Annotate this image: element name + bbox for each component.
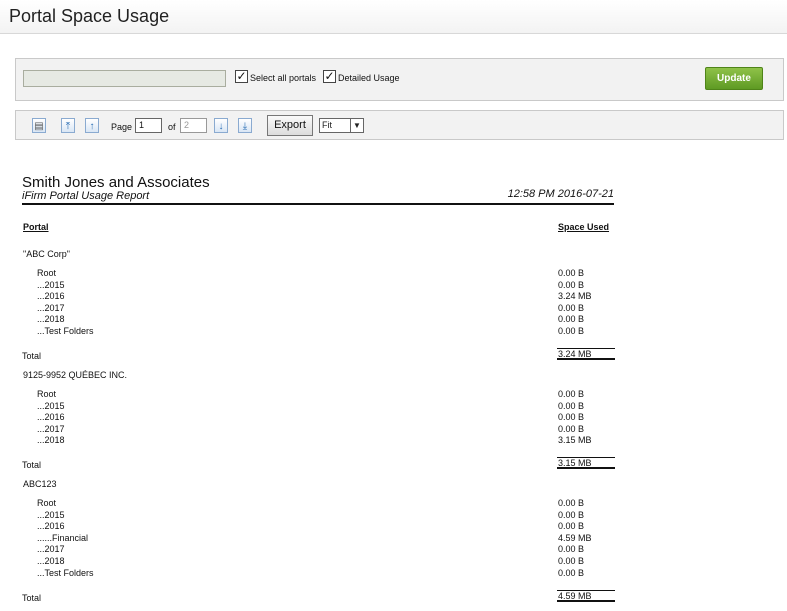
folder-name: Root (37, 389, 57, 399)
folder-size: 0.00 B (558, 268, 585, 278)
page-title: Portal Space Usage (9, 6, 170, 26)
total-label: Total (22, 592, 42, 603)
portal-select-input[interactable] (23, 70, 226, 87)
folder-row: Root 0.00 B (0, 498, 620, 509)
folder-size: 0.00 B (558, 326, 585, 336)
report-subtitle: iFirm Portal Usage Report (22, 190, 150, 202)
report-viewer-toolbar: ▤ ⤒ ↑ Page 1 of 2 ↓ ⤓ Export Fit ▼ (15, 110, 784, 140)
folder-size: 3.24 MB (558, 291, 592, 302)
portal-group-title: ABC123 (23, 479, 57, 489)
column-header-portal: Portal (23, 222, 49, 232)
report-page: Smith Jones and Associates iFirm Portal … (0, 170, 787, 611)
folder-name: ...2018 (37, 556, 65, 566)
folder-size: 0.00 B (558, 279, 585, 290)
folder-row: Root 0.00 B (0, 268, 620, 279)
portal-group-title: "ABC Corp" (23, 249, 70, 259)
total-value: 3.24 MB (557, 348, 615, 360)
folder-name: ...2016 (37, 291, 65, 302)
folder-size: 0.00 B (558, 389, 585, 399)
folder-row: ...2016 0.00 B (0, 521, 620, 532)
folder-name: ...Test Folders (37, 567, 94, 578)
total-value: 3.15 MB (557, 457, 615, 470)
folder-size: 0.00 B (558, 412, 585, 423)
folder-size: 4.59 MB (558, 532, 592, 543)
chevron-down-icon: ▼ (350, 119, 363, 132)
page-number-input[interactable]: 1 (135, 118, 162, 133)
folder-row: ...Test Folders 0.00 B (0, 326, 620, 337)
folder-row: ...2017 0.00 B (0, 544, 620, 555)
folder-row: ...2018 0.00 B (0, 314, 620, 325)
folder-size: 0.00 B (558, 521, 585, 532)
header-divider (22, 203, 614, 205)
total-label: Total (22, 351, 42, 361)
folder-row: ...2015 0.00 B (0, 401, 620, 412)
folder-row: ...2018 0.00 B (0, 556, 620, 567)
folder-name: ...2017 (37, 302, 65, 313)
folder-size: 0.00 B (558, 544, 585, 555)
folder-row: ...2015 0.00 B (0, 280, 620, 291)
page-label: Page (111, 122, 133, 132)
first-page-icon[interactable]: ⤒ (61, 118, 75, 133)
folder-name: ...2016 (37, 412, 65, 423)
folder-size: 0.00 B (558, 302, 585, 313)
select-all-portals-checkbox[interactable]: ✓ (235, 70, 248, 83)
folder-size: 0.00 B (558, 423, 585, 434)
portal-group-title: 9125-9952 QUÉBEC INC. (23, 370, 128, 380)
folder-name: ...2016 (37, 521, 65, 532)
total-label: Total (22, 460, 42, 471)
folder-name: ...2017 (37, 423, 65, 434)
previous-page-icon[interactable]: ↑ (85, 118, 99, 133)
folder-size: 0.00 B (558, 556, 585, 566)
folder-size: 0.00 B (558, 567, 585, 578)
export-button[interactable]: Export (267, 115, 313, 136)
of-label: of (168, 122, 176, 132)
column-header-space-used: Space Used (558, 222, 610, 232)
update-button[interactable]: Update (705, 67, 763, 90)
folder-size: 3.15 MB (558, 435, 592, 446)
select-all-portals-label: Select all portals (250, 73, 317, 83)
total-pages-field: 2 (180, 118, 207, 133)
folder-row: ......Financial 4.59 MB (0, 533, 620, 544)
folder-row: ...2015 0.00 B (0, 510, 620, 521)
folder-name: ...2015 (37, 279, 65, 290)
folder-name: Root (37, 498, 57, 508)
folder-row: ...2016 3.24 MB (0, 291, 620, 302)
folder-name: ...2018 (37, 314, 65, 325)
filter-bar: ✓ Select all portals ✓ Detailed Usage Up… (15, 58, 784, 101)
folder-size: 0.00 B (558, 498, 585, 508)
folder-name: ...Test Folders (37, 326, 94, 336)
total-value: 4.59 MB (557, 589, 615, 602)
detailed-usage-label: Detailed Usage (338, 73, 400, 83)
folder-name: ...2017 (37, 544, 65, 555)
folder-name: ......Financial (37, 532, 89, 543)
folder-size: 0.00 B (558, 314, 585, 325)
next-page-icon[interactable]: ↓ (214, 118, 228, 133)
folder-row: ...2018 3.15 MB (0, 435, 620, 446)
folder-name: ...2015 (37, 400, 65, 411)
folder-name: ...2018 (37, 435, 65, 446)
folder-row: Root 0.00 B (0, 389, 620, 400)
page-header: Portal Space Usage (0, 0, 787, 34)
zoom-value: Fit (322, 120, 332, 130)
folder-row: ...Test Folders 0.00 B (0, 568, 620, 579)
detailed-usage-checkbox[interactable]: ✓ (323, 70, 336, 83)
zoom-select[interactable]: Fit ▼ (319, 118, 364, 133)
folder-row: ...2017 0.00 B (0, 424, 620, 435)
print-icon[interactable]: ▤ (32, 118, 46, 133)
folder-size: 0.00 B (558, 400, 585, 411)
last-page-icon[interactable]: ⤓ (238, 118, 252, 133)
folder-row: ...2016 0.00 B (0, 412, 620, 423)
folder-row: ...2017 0.00 B (0, 303, 620, 314)
folder-name: Root (37, 268, 57, 278)
report-datetime: 12:58 PM 2016-07-21 (507, 188, 614, 200)
folder-name: ...2015 (37, 509, 65, 520)
company-name: Smith Jones and Associates (22, 174, 210, 191)
folder-size: 0.00 B (558, 509, 585, 520)
